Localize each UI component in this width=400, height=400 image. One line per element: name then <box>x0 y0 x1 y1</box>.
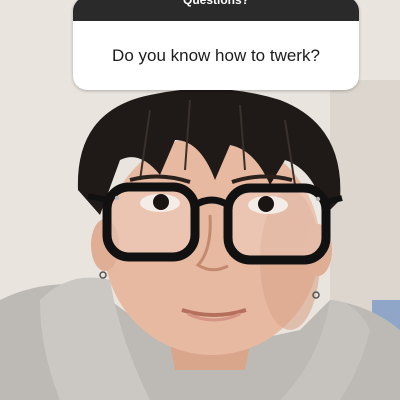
glasses-rivet-right <box>315 196 321 202</box>
right-pupil <box>258 196 274 212</box>
glasses-left-arm <box>87 193 108 203</box>
left-pupil <box>153 194 169 210</box>
question-text: Do you know how to twerk? <box>112 45 320 65</box>
glasses-right-arm <box>325 195 343 205</box>
question-sticker: Questions? Do you know how to twerk? <box>73 0 359 90</box>
glasses-rivet-left <box>114 195 120 201</box>
question-sticker-header: Questions? <box>73 0 359 21</box>
